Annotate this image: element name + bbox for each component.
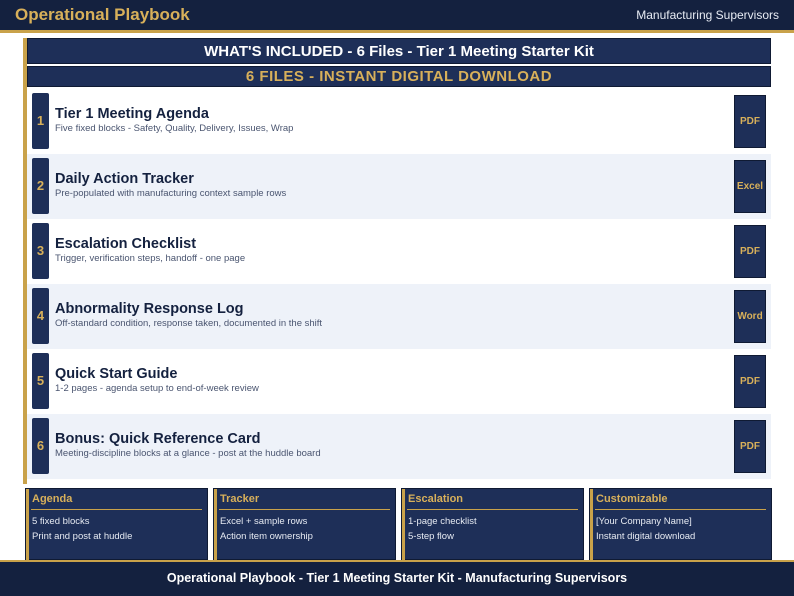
card-line: Excel + sample rows (220, 516, 308, 527)
file-number-badge: 4 (32, 288, 49, 344)
file-row-escalation: 3 Escalation Checklist Trigger, verifica… (27, 219, 771, 284)
card-line: 1-page checklist (408, 516, 477, 527)
top-header-bar: Operational Playbook Manufacturing Super… (0, 0, 794, 30)
file-type-badge: Word (734, 290, 766, 343)
download-banner: 6 FILES - INSTANT DIGITAL DOWNLOAD (27, 66, 771, 87)
card-title: Customizable (596, 493, 668, 505)
card-accent-bar (26, 489, 29, 561)
card-line: 5 fixed blocks (32, 516, 90, 527)
card-line: 5-step flow (408, 531, 454, 542)
card-divider (595, 509, 766, 510)
file-type-badge: PDF (734, 355, 766, 408)
file-title: Escalation Checklist (55, 236, 197, 252)
file-row-tracker: 2 Daily Action Tracker Pre-populated wit… (27, 154, 771, 219)
summary-cards: Agenda 5 fixed blocks Print and post at … (25, 488, 773, 561)
file-description: Trigger, verification steps, handoff - o… (55, 253, 246, 264)
whats-included-banner: WHAT'S INCLUDED - 6 Files - Tier 1 Meeti… (27, 38, 771, 64)
card-divider (219, 509, 390, 510)
file-row-reference-card: 6 Bonus: Quick Reference Card Meeting-di… (27, 414, 771, 479)
file-list: 1 Tier 1 Meeting Agenda Five fixed block… (27, 89, 771, 479)
file-title: Bonus: Quick Reference Card (55, 431, 261, 447)
card-accent-bar (590, 489, 593, 561)
file-title: Quick Start Guide (55, 366, 178, 382)
header-accent-rule (0, 30, 794, 33)
file-description: 1-2 pages - agenda setup to end-of-week … (55, 383, 259, 394)
card-customizable: Customizable [Your Company Name] Instant… (589, 488, 772, 561)
footer-bar: Operational Playbook - Tier 1 Meeting St… (0, 562, 794, 596)
file-description: Off-standard condition, response taken, … (55, 318, 323, 329)
card-agenda: Agenda 5 fixed blocks Print and post at … (25, 488, 208, 561)
file-row-agenda: 1 Tier 1 Meeting Agenda Five fixed block… (27, 89, 771, 154)
card-accent-bar (214, 489, 217, 561)
file-number-badge: 1 (32, 93, 49, 149)
brand-title: Operational Playbook (15, 5, 190, 24)
file-number-badge: 6 (32, 418, 49, 474)
file-number-badge: 3 (32, 223, 49, 279)
file-description: Meeting-discipline blocks at a glance - … (55, 448, 321, 459)
file-description: Pre-populated with manufacturing context… (55, 188, 287, 199)
file-description: Five fixed blocks - Safety, Quality, Del… (55, 123, 294, 134)
audience-label: Manufacturing Supervisors (636, 8, 779, 22)
card-divider (407, 509, 578, 510)
file-type-badge: PDF (734, 225, 766, 278)
file-row-abnormality-log: 4 Abnormality Response Log Off-standard … (27, 284, 771, 349)
card-line: [Your Company Name] (596, 516, 692, 527)
card-line: Instant digital download (596, 531, 696, 542)
file-type-badge: PDF (734, 420, 766, 473)
card-accent-bar (402, 489, 405, 561)
card-title: Escalation (408, 493, 464, 505)
card-tracker: Tracker Excel + sample rows Action item … (213, 488, 396, 561)
card-escalation: Escalation 1-page checklist 5-step flow (401, 488, 584, 561)
card-title: Tracker (220, 493, 260, 505)
file-number-badge: 5 (32, 353, 49, 409)
file-row-quick-start: 5 Quick Start Guide 1-2 pages - agenda s… (27, 349, 771, 414)
file-title: Abnormality Response Log (55, 301, 244, 317)
file-title: Daily Action Tracker (55, 171, 194, 187)
card-title: Agenda (32, 493, 73, 505)
file-type-badge: Excel (734, 160, 766, 213)
file-type-badge: PDF (734, 95, 766, 148)
card-line: Print and post at huddle (32, 531, 133, 542)
card-divider (31, 509, 202, 510)
file-number-badge: 2 (32, 158, 49, 214)
file-title: Tier 1 Meeting Agenda (55, 106, 209, 122)
card-line: Action item ownership (220, 531, 313, 542)
